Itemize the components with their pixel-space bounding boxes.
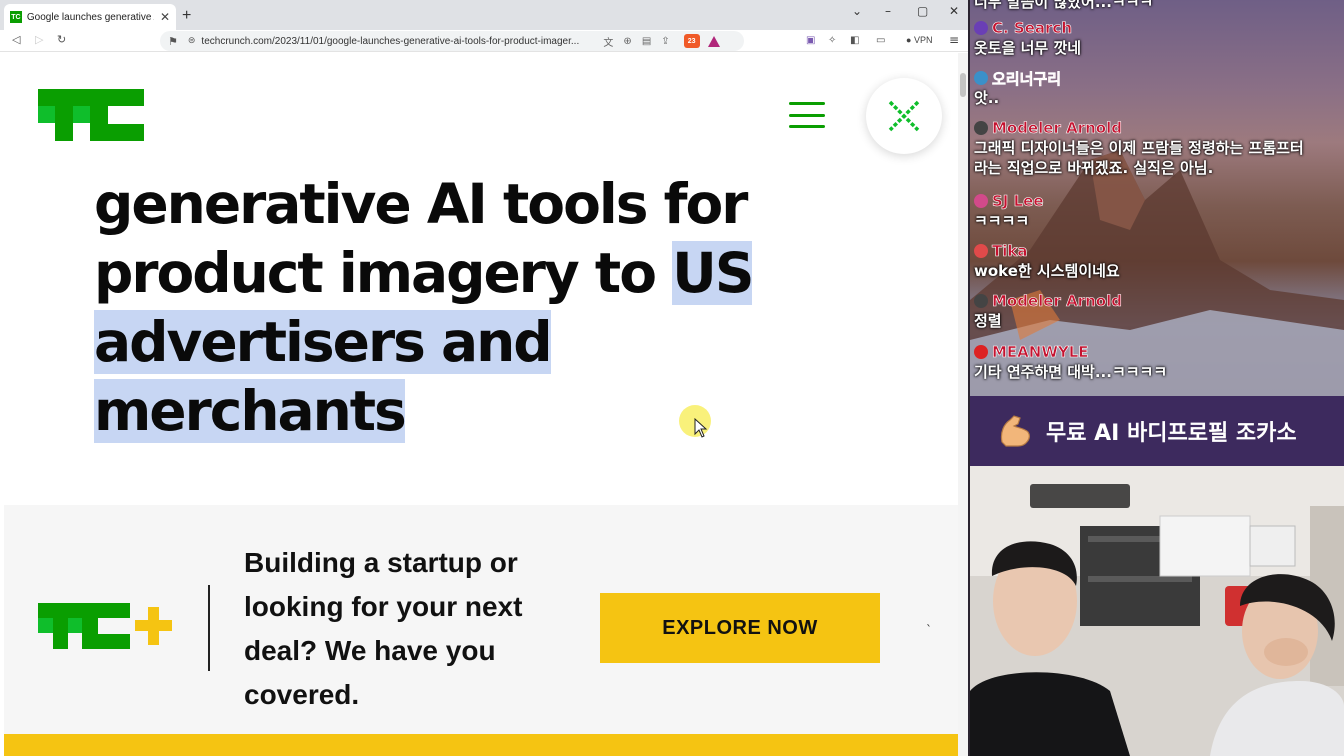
yellow-footer-strip: [4, 734, 958, 756]
tab-active[interactable]: TC Google launches generative AI t ✕: [4, 4, 176, 30]
extensions-puzzle-icon[interactable]: ✧: [828, 35, 836, 46]
banner-text: 무료 AI 바디프로필 조카소: [1046, 421, 1297, 446]
headline-selected-text: US: [672, 241, 754, 305]
flexed-bicep-icon: [1000, 415, 1030, 447]
stream-promo-banner: 무료 AI 바디프로필 조카소: [970, 396, 1344, 466]
new-tab-button[interactable]: +: [182, 7, 191, 25]
maximize-icon[interactable]: ▢: [917, 4, 928, 18]
chat-text: 너무 말씀이 많았어...ㅋㅋㅋ: [974, 0, 1154, 11]
headline-line-3: advertisers and: [94, 308, 814, 377]
brave-shields-icon[interactable]: 23: [683, 34, 700, 48]
chat-text: woke한 시스템이네요: [974, 262, 1120, 280]
tab-close-icon[interactable]: ✕: [160, 10, 170, 24]
techcrunch-logo[interactable]: [38, 89, 144, 141]
site-info-icon[interactable]: ⊜: [188, 36, 196, 46]
techcrunch-favicon-icon: TC: [10, 11, 22, 23]
webcam-feed: [970, 466, 1344, 756]
close-overlay-button[interactable]: [866, 78, 942, 154]
chat-text: 정렬: [974, 312, 1002, 330]
tab-search-chevron-icon[interactable]: ⌄: [852, 4, 862, 18]
minimize-icon[interactable]: –: [885, 4, 891, 18]
chat-message-4: SJ Lee ㅋㅋㅋㅋ: [974, 191, 1044, 231]
chat-text: 기타 연주하면 대박...ㅋㅋㅋㅋ: [974, 363, 1168, 381]
user-badge-icon: [974, 244, 988, 258]
back-icon[interactable]: ◁: [12, 33, 20, 46]
forward-icon[interactable]: ▷: [35, 33, 43, 46]
vpn-label: VPN: [913, 35, 933, 45]
browser-toolbar: ◁ ▷ ↻ ⚑ ⊜ techcrunch.com/2023/11/01/goog…: [0, 30, 968, 52]
headline-line-1: generative AI tools for: [94, 170, 814, 239]
chat-message-2: 오리너구리 앗..: [974, 68, 1061, 108]
chat-message-0: 너무 말씀이 많았어...ㅋㅋㅋ: [974, 0, 1153, 12]
chat-username: 오리너구리: [992, 69, 1062, 88]
headline-selected-text: advertisers and: [94, 310, 553, 374]
tc-plus-logo: [38, 603, 172, 649]
user-badge-icon: [974, 21, 988, 35]
address-bar[interactable]: ⚑ ⊜ techcrunch.com/2023/11/01/google-lau…: [160, 31, 744, 51]
promo-text: Building a startup or looking for your n…: [244, 547, 523, 710]
chat-text: ㅋㅋㅋㅋ: [974, 212, 1030, 230]
stream-chat-overlay: 너무 말씀이 많았어...ㅋㅋㅋ C. Search 옷토을 너무 깟네 오리너…: [970, 0, 1344, 396]
chat-text: 옷토을 너무 깟네: [974, 39, 1082, 57]
promo-divider: [208, 585, 210, 671]
user-badge-icon: [974, 71, 988, 85]
share-icon[interactable]: ⇪: [661, 36, 669, 47]
url-text: techcrunch.com/2023/11/01/google-launche…: [201, 35, 580, 47]
techcrunch-article-page: generative AI tools for product imagery …: [4, 53, 958, 756]
chat-message-1: C. Search 옷토을 너무 깟네: [974, 18, 1081, 58]
translate-icon[interactable]: 文: [603, 34, 613, 49]
chat-message-3: Modeler Arnold 그래픽 디자이너들은 이제 프람들 정령하는 프롬…: [974, 118, 1304, 178]
chat-text: 라는 직업으로 바뀌겠죠. 실직은 아님.: [974, 159, 1214, 177]
bookmark-icon[interactable]: ⚑: [168, 35, 178, 48]
mouse-pointer-icon: [694, 418, 708, 438]
page-scrollbar[interactable]: [958, 53, 968, 756]
headline-line-2: product imagery to US: [94, 239, 814, 308]
close-window-icon[interactable]: ✕: [949, 4, 959, 18]
tab-strip: TC Google launches generative AI t ✕ + ⌄…: [0, 0, 968, 30]
chat-text: 앗..: [974, 89, 1000, 107]
menu-hamburger-icon[interactable]: [789, 102, 825, 128]
user-badge-icon: [974, 121, 988, 135]
close-x-icon: [888, 100, 920, 132]
chat-message-6: Modeler Arnold 정렬: [974, 291, 1122, 331]
chat-text: 그래픽 디자이너들은 이제 프람들 정령하는 프롬프터: [974, 139, 1304, 157]
chat-username: MEANWYLE: [992, 343, 1089, 362]
explore-now-button[interactable]: EXPLORE NOW: [600, 593, 880, 663]
tab-title: Google launches generative AI t: [26, 11, 154, 23]
headline-selected-text: merchants: [94, 379, 407, 443]
chat-username: Modeler Arnold: [992, 292, 1123, 311]
chat-message-7: MEANWYLE 기타 연주하면 대박...ㅋㅋㅋㅋ: [974, 342, 1167, 382]
reader-mode-icon[interactable]: ▤: [642, 36, 651, 47]
vpn-button[interactable]: ● VPN: [906, 35, 932, 45]
user-badge-icon: [974, 194, 988, 208]
brave-rewards-icon[interactable]: [707, 35, 720, 47]
extension-icon[interactable]: ▣: [806, 35, 815, 46]
browser-menu-icon[interactable]: ≡: [949, 33, 959, 47]
chat-message-5: Tika woke한 시스템이네요: [974, 241, 1120, 281]
chat-username: Tika: [992, 242, 1028, 261]
chat-username: Modeler Arnold: [992, 119, 1123, 138]
sidebar-icon[interactable]: ◧: [850, 35, 859, 46]
wallet-icon[interactable]: ▭: [876, 35, 885, 46]
zoom-icon[interactable]: ⊕: [623, 36, 631, 47]
user-badge-icon: [974, 294, 988, 308]
scrollbar-thumb[interactable]: [960, 73, 966, 97]
chat-username: SJ Lee: [992, 192, 1044, 211]
reload-icon[interactable]: ↻: [57, 33, 66, 46]
promo-mark: `: [926, 623, 932, 637]
browser-window: TC Google launches generative AI t ✕ + ⌄…: [0, 0, 968, 756]
user-badge-icon: [974, 345, 988, 359]
headline-text: product imagery to: [94, 241, 673, 305]
tc-plus-promo: Building a startup or looking for your n…: [4, 505, 958, 734]
article-headline: generative AI tools for product imagery …: [94, 170, 814, 446]
headline-text: generative AI tools for: [94, 172, 748, 236]
chat-username: C. Search: [992, 19, 1073, 38]
